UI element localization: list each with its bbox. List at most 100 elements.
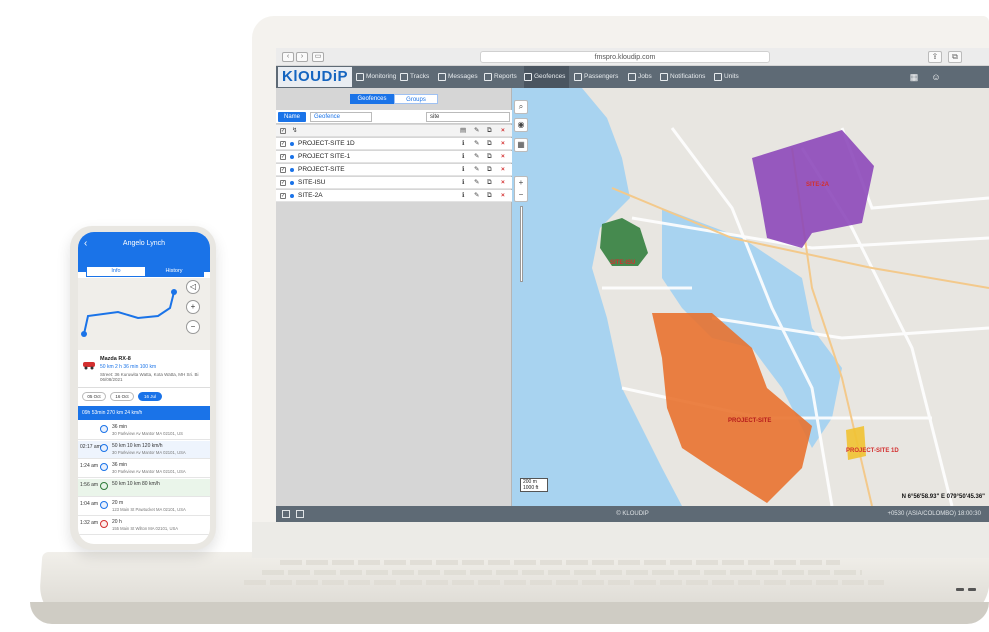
car-icon: [83, 362, 95, 370]
info-icon[interactable]: ℹ: [462, 151, 464, 163]
table-row[interactable]: ✓ SITE-ISU ℹ ✎ ⧉ ×: [276, 177, 512, 189]
map-search-icon[interactable]: ⌕: [514, 100, 528, 114]
tabs-icon[interactable]: ⧉: [948, 51, 962, 63]
entry-values: 50 km 10 km 80 km/h: [112, 481, 160, 487]
table-header: ✓ ↯ ▤ ✎ ⧉ ×: [276, 125, 512, 137]
address-bar[interactable]: fmspro.kloudip.com: [480, 51, 770, 63]
edit-icon[interactable]: ✎: [474, 164, 479, 176]
copy-icon[interactable]: ⧉: [487, 125, 492, 137]
phone-map[interactable]: ◁ + −: [78, 278, 210, 350]
history-entry[interactable]: 02:17 am 50 km 10 km 120 km/h 30 Parkview…: [78, 441, 210, 459]
zone-label: SITE-2A: [806, 182, 830, 188]
row-checkbox[interactable]: ✓: [280, 141, 286, 147]
keyboard-row: [262, 570, 862, 575]
copy-icon[interactable]: ⧉: [487, 177, 492, 189]
delete-icon[interactable]: ×: [501, 151, 505, 163]
copy-icon[interactable]: ⧉: [487, 151, 492, 163]
info-icon[interactable]: ℹ: [462, 177, 464, 189]
unit-address: Street: 36 Kuruwita Watta, Kota Watta, M…: [100, 372, 199, 382]
grid-menu-icon[interactable]: ▦: [906, 69, 922, 85]
table-row[interactable]: ✓ PROJECT SITE-1 ℹ ✎ ⧉ ×: [276, 151, 512, 163]
notifications-icon: [660, 73, 668, 81]
zoom-control[interactable]: + −: [514, 176, 528, 202]
history-entry[interactable]: 1:32 am 20 h 155 Main St Wilton MA 02101,…: [78, 517, 210, 535]
entry-address: 30 Parkview Av Mantor MA 02101, US: [112, 431, 183, 436]
table-row[interactable]: ✓ SITE-2A ℹ ✎ ⧉ ×: [276, 190, 512, 202]
filter-select[interactable]: Geofence: [310, 112, 372, 122]
nav-reports[interactable]: Reports: [484, 66, 517, 88]
copy-icon[interactable]: ⧉: [487, 164, 492, 176]
info-icon[interactable]: ℹ: [462, 138, 464, 150]
tab-info[interactable]: Info: [87, 267, 145, 276]
map-view[interactable]: SITE-2A SITE-ISU PROJECT-SITE PROJECT-SI…: [512, 88, 989, 506]
row-checkbox[interactable]: ✓: [280, 180, 286, 186]
entry-address: 30 Parkview Av Mantor MA 02101, USA: [112, 469, 186, 474]
units-icon: [714, 73, 722, 81]
row-checkbox[interactable]: ✓: [280, 154, 286, 160]
user-icon[interactable]: ☺: [928, 69, 944, 85]
select-all-checkbox[interactable]: ✓: [280, 128, 286, 134]
geofence-dot-icon: [290, 142, 294, 146]
stop-icon: [100, 501, 108, 509]
tab-geofences[interactable]: Geofences: [350, 94, 394, 104]
edit-icon[interactable]: ✎: [474, 138, 479, 150]
history-entry[interactable]: 36 min 30 Parkview Av Mantor MA 02101, US: [78, 422, 210, 440]
edit-icon[interactable]: ✎: [474, 151, 479, 163]
forward-button[interactable]: ›: [296, 52, 308, 62]
edit-icon[interactable]: ✎: [474, 190, 479, 202]
history-entry[interactable]: 1:24 am 36 min 30 Parkview Av Mantor MA 0…: [78, 460, 210, 478]
delete-icon[interactable]: ×: [501, 177, 505, 189]
locate-icon[interactable]: ◁: [186, 280, 200, 294]
row-name: SITE-2A: [298, 192, 323, 199]
nav-monitoring[interactable]: Monitoring: [356, 66, 396, 88]
search-input[interactable]: site: [426, 112, 510, 122]
map-layers-icon[interactable]: ◉: [514, 118, 528, 132]
print-icon[interactable]: ▤: [460, 125, 466, 137]
zoom-in-button[interactable]: +: [186, 300, 200, 314]
sea: [512, 88, 682, 506]
date-chip[interactable]: 16 Oct: [110, 392, 134, 401]
zone-project-site-1d[interactable]: [846, 426, 866, 460]
zone-site-isu[interactable]: [600, 218, 648, 266]
trip-icon: [100, 444, 108, 452]
filter-row: Name Geofence site: [276, 110, 512, 124]
info-icon[interactable]: ℹ: [462, 164, 464, 176]
delete-icon[interactable]: ×: [501, 138, 505, 150]
copy-icon[interactable]: ⧉: [487, 138, 492, 150]
table-row[interactable]: ✓ PROJECT-SITE 1D ℹ ✎ ⧉ ×: [276, 138, 512, 150]
nav-tracks[interactable]: Tracks: [400, 66, 429, 88]
date-chip[interactable]: 05 Oct: [82, 392, 106, 401]
delete-icon[interactable]: ×: [501, 164, 505, 176]
zone-site-2a[interactable]: [752, 130, 874, 248]
delete-icon[interactable]: ×: [501, 190, 505, 202]
tab-groups[interactable]: Groups: [394, 94, 438, 104]
info-icon[interactable]: ℹ: [462, 190, 464, 202]
filter-name-chip[interactable]: Name: [278, 112, 306, 122]
nav-notifications[interactable]: Notifications: [660, 66, 705, 88]
sidebar-toggle-icon[interactable]: ▭: [312, 52, 324, 62]
nav-jobs[interactable]: Jobs: [628, 66, 652, 88]
history-entry[interactable]: 1:56 am 50 km 10 km 80 km/h: [78, 479, 210, 497]
nav-messages[interactable]: Messages: [438, 66, 478, 88]
back-button[interactable]: ‹: [282, 52, 294, 62]
zoom-slider[interactable]: [520, 206, 523, 282]
edit-icon[interactable]: ✎: [474, 125, 479, 137]
row-checkbox[interactable]: ✓: [280, 193, 286, 199]
keyboard-row: [280, 560, 840, 565]
tab-history[interactable]: History: [145, 267, 203, 276]
map-ruler-icon[interactable]: ▦: [514, 138, 528, 152]
history-entry[interactable]: 1:04 am 20 m 123 Main St Pawtucket MA 021…: [78, 498, 210, 516]
nav-units[interactable]: Units: [714, 66, 739, 88]
edit-icon[interactable]: ✎: [474, 177, 479, 189]
zoom-out-button[interactable]: −: [186, 320, 200, 334]
table-row[interactable]: ✓ PROJECT-SITE ℹ ✎ ⧉ ×: [276, 164, 512, 176]
nav-geofences[interactable]: Geofences: [524, 66, 570, 88]
copy-icon[interactable]: ⧉: [487, 190, 492, 202]
date-chip-selected[interactable]: 16 Jul: [138, 392, 162, 401]
row-name: SITE-ISU: [298, 179, 326, 186]
delete-all-icon[interactable]: ×: [501, 125, 505, 137]
share-icon[interactable]: ⇪: [928, 51, 942, 63]
row-checkbox[interactable]: ✓: [280, 167, 286, 173]
nav-passengers[interactable]: Passengers: [574, 66, 618, 88]
reports-icon: [484, 73, 492, 81]
